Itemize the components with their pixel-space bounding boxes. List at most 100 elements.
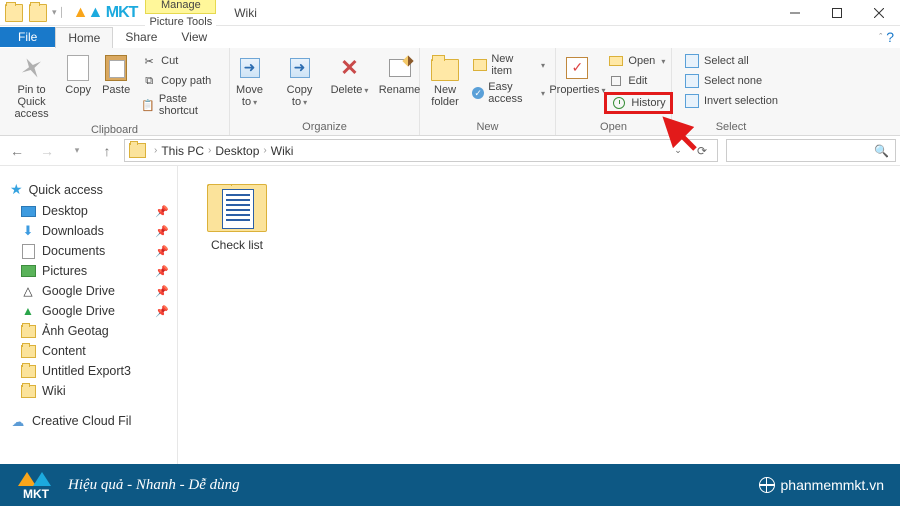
new-item-icon <box>473 59 487 71</box>
copy-path-button[interactable]: ⧉Copy path <box>137 72 223 90</box>
tab-share[interactable]: Share <box>113 27 169 47</box>
copy-to-icon: ➜ <box>290 58 310 78</box>
new-folder-icon <box>431 59 459 81</box>
pin-icon: 📌 <box>155 225 169 238</box>
sidebar-item-content[interactable]: Content <box>4 341 173 361</box>
move-to-icon: ➜ <box>240 58 260 78</box>
pictures-icon <box>21 265 36 277</box>
refresh-button[interactable]: ⟳ <box>691 140 713 161</box>
select-all-icon <box>685 54 699 68</box>
navigation-pane: ★ Quick access Desktop📌 ⬇Downloads📌 Docu… <box>0 166 178 466</box>
maximize-icon <box>832 8 842 18</box>
paste-label: Paste <box>102 84 130 96</box>
move-to-button[interactable]: ➜ Move to▾ <box>227 52 273 110</box>
search-box[interactable]: 🔍 <box>726 139 896 162</box>
pin-icon: 📌 <box>155 245 169 258</box>
copy-icon <box>67 55 89 81</box>
group-select: Select all Select none Invert selection … <box>672 48 790 135</box>
group-clipboard: Pin to Quick access Copy Paste ✂Cut ⧉Cop… <box>0 48 230 135</box>
file-item-check-list[interactable]: Check list <box>192 184 282 252</box>
help-icon: ? <box>886 29 894 45</box>
group-open: ✓ Properties▾ Open▾ Edit History Open <box>556 48 672 135</box>
address-dropdown-button[interactable]: ⌄ <box>667 140 689 161</box>
close-icon <box>874 8 884 18</box>
window-controls <box>774 0 900 26</box>
sidebar-item-pictures[interactable]: Pictures📌 <box>4 261 173 281</box>
sidebar-item-google-drive-1[interactable]: △Google Drive📌 <box>4 281 173 301</box>
qat-icon[interactable] <box>29 4 47 22</box>
sidebar-item-anh-geotag[interactable]: Ảnh Geotag <box>4 321 173 341</box>
content-pane[interactable]: Check list <box>178 166 900 466</box>
group-new: New folder New item▾ ✓Easy access▾ New <box>420 48 556 135</box>
sidebar-item-untitled-export[interactable]: Untitled Export3 <box>4 361 173 381</box>
crumb-wiki[interactable]: Wiki <box>271 144 294 158</box>
paste-shortcut-icon: 📋 <box>141 97 155 113</box>
nav-back-button[interactable]: ← <box>4 139 30 163</box>
address-folder-icon <box>129 143 146 158</box>
easy-access-button[interactable]: ✓Easy access▾ <box>468 80 549 106</box>
open-button[interactable]: Open▾ <box>604 52 672 70</box>
copy-button[interactable]: Copy <box>61 52 95 98</box>
crumb-this-pc[interactable]: This PC <box>161 144 204 158</box>
edit-icon <box>611 76 621 86</box>
crumb-desktop[interactable]: Desktop <box>215 144 259 158</box>
new-folder-button[interactable]: New folder <box>426 52 464 110</box>
select-all-button[interactable]: Select all <box>680 52 782 70</box>
minimize-button[interactable] <box>774 0 816 26</box>
select-none-button[interactable]: Select none <box>680 72 782 90</box>
group-organize: ➜ Move to▾ ➜ Copy to▾ ✕ Delete▾ Rename O… <box>230 48 420 135</box>
ribbon-help[interactable]: ˆ? <box>879 29 894 45</box>
clipboard-stack: ✂Cut ⧉Copy path 📋Paste shortcut <box>137 52 223 118</box>
nav-recent-button[interactable]: ▾ <box>64 139 90 163</box>
crumb-sep-icon: › <box>208 145 211 156</box>
sidebar-item-wiki[interactable]: Wiki <box>4 381 173 401</box>
maximize-button[interactable] <box>816 0 858 26</box>
properties-button[interactable]: ✓ Properties▾ <box>554 52 600 98</box>
address-bar-row: ← → ▾ ↑ › This PC › Desktop › Wiki ⌄ ⟳ 🔍 <box>0 136 900 166</box>
tab-file[interactable]: File <box>0 27 55 47</box>
folder-thumbnail-icon <box>207 184 267 232</box>
nav-forward-button[interactable]: → <box>34 139 60 163</box>
ribbon: Pin to Quick access Copy Paste ✂Cut ⧉Cop… <box>0 48 900 136</box>
new-item-button[interactable]: New item▾ <box>468 52 549 78</box>
sidebar-item-desktop[interactable]: Desktop📌 <box>4 201 173 221</box>
brand-slogan: Hiệu quả - Nhanh - Dễ dùng <box>68 477 240 494</box>
brand-banner: MKT Hiệu quả - Nhanh - Dễ dùng phanmemmk… <box>0 464 900 506</box>
tab-view[interactable]: View <box>169 27 219 47</box>
brand-url: phanmemmkt.vn <box>759 477 884 493</box>
mkt-watermark: ▲▲ MKT <box>73 4 138 22</box>
history-button[interactable]: History <box>604 92 672 114</box>
easy-access-icon: ✓ <box>472 87 484 99</box>
address-bar[interactable]: › This PC › Desktop › Wiki ⌄ ⟳ <box>124 139 718 162</box>
quick-access-toolbar: ▾ │ <box>0 0 67 25</box>
close-button[interactable] <box>858 0 900 26</box>
delete-button[interactable]: ✕ Delete▾ <box>327 52 373 98</box>
copy-to-button[interactable]: ➜ Copy to▾ <box>277 52 323 110</box>
ribbon-tabs: File Home Share View ˆ? <box>0 26 900 48</box>
pin-icon: 📌 <box>155 305 169 318</box>
tab-home[interactable]: Home <box>55 27 113 48</box>
invert-selection-button[interactable]: Invert selection <box>680 92 782 110</box>
folder-icon <box>21 345 36 358</box>
qat-dropdown-icon[interactable]: ▾ │ <box>52 7 65 18</box>
nav-up-button[interactable]: ↑ <box>94 139 120 163</box>
cut-button[interactable]: ✂Cut <box>137 52 223 70</box>
sidebar-item-downloads[interactable]: ⬇Downloads📌 <box>4 221 173 241</box>
paste-shortcut-button[interactable]: 📋Paste shortcut <box>137 92 223 118</box>
contextual-tab-group: Manage Picture Tools <box>145 0 216 30</box>
app-icon[interactable] <box>5 4 23 22</box>
sidebar-item-google-drive-2[interactable]: ▲Google Drive📌 <box>4 301 173 321</box>
pin-icon: 📌 <box>155 285 169 298</box>
edit-button[interactable]: Edit <box>604 72 672 90</box>
sidebar-item-documents[interactable]: Documents📌 <box>4 241 173 261</box>
pin-to-quick-access-button[interactable]: Pin to Quick access <box>6 52 57 122</box>
crumb-sep-icon: › <box>263 145 266 156</box>
rename-button[interactable]: Rename <box>377 52 423 98</box>
quick-access-header[interactable]: ★ Quick access <box>4 178 173 201</box>
downloads-icon: ⬇ <box>20 224 36 238</box>
paste-button[interactable]: Paste <box>99 52 133 98</box>
pin-label: Pin to Quick access <box>8 84 55 120</box>
folder-icon <box>21 385 36 398</box>
manage-tab[interactable]: Manage <box>145 0 216 14</box>
sidebar-item-creative-cloud[interactable]: ☁Creative Cloud Fil <box>4 411 173 431</box>
